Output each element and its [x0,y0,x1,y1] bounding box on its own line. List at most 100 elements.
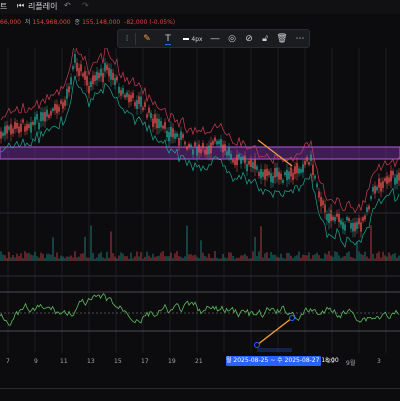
volume-bar [272,254,274,261]
candle-body [348,218,350,222]
text-tool-icon[interactable]: T [162,33,174,45]
volume-bar [216,257,218,261]
volume-bar [14,257,16,261]
price-chart[interactable] [0,48,400,388]
redo-icon[interactable]: ↷ [82,1,89,10]
candle-body [58,106,60,112]
candle-body [356,221,358,229]
volume-bar [10,257,12,261]
truncated-menu-label[interactable]: 트 [0,1,7,12]
volume-bar [34,251,36,261]
volume-bar [92,253,94,261]
volume-bar [138,256,140,261]
candle-body [166,130,168,138]
candle-body [342,222,344,230]
candle-body [364,215,366,220]
volume-bar [32,255,34,261]
candle-body [368,205,370,210]
x-tick: 21 [195,358,203,365]
volume-bar [268,258,270,261]
volume-bar [24,251,26,261]
volume-bar [124,256,126,261]
candle-body [186,146,188,150]
candle-body [72,66,74,70]
volume-bar [290,255,292,261]
band-upper-line [0,48,400,214]
candle-body [44,112,46,122]
volume-bar [354,258,356,261]
pencil-icon[interactable]: ✎ [141,33,153,45]
visual-settings-icon[interactable]: ― [209,33,221,45]
candle-body [354,222,356,232]
candle-body [242,156,244,161]
volume-bar [22,258,24,261]
volume-bar [154,257,156,261]
x-tick: 19 [168,358,176,365]
trendline-anchor-end[interactable] [289,315,295,321]
volume-bar [372,253,374,261]
volume-bar [310,258,312,261]
volume-bar [118,255,120,261]
candle-body [178,137,180,146]
volume-bar [260,226,262,261]
volume-bar [194,254,196,261]
bottom-bar [0,388,400,401]
undo-icon[interactable]: ↶ [64,1,71,10]
volume-bar [84,236,86,261]
candle-body [104,62,106,72]
candle-body [38,122,40,130]
volume-histogram [0,225,400,261]
candle-body [76,62,78,72]
trendline-anchor-start[interactable] [254,342,260,348]
candle-body [204,149,206,155]
candle-body [264,169,266,180]
line-width-button[interactable]: 4px [181,33,205,45]
volume-bar [28,252,30,261]
volume-bar [206,257,208,261]
volume-bar [30,254,32,261]
volume-bar [374,258,376,261]
candle-body [284,172,286,175]
volume-bar [312,255,314,261]
candle-body [394,177,396,185]
candle-body [320,196,322,207]
more-icon[interactable]: ⋯ [294,33,306,45]
drawing-toolbar: ⁞ ✎ T 4px ― ◎ ⊘ 🔓︎ 🗑︎ ⋯ [117,29,310,48]
volume-bar [170,252,172,261]
volume-bar [182,257,184,261]
volume-bar [40,252,42,261]
candle-body [176,133,178,137]
volume-bar [332,256,334,261]
volume-bar [42,253,44,261]
volume-bar [318,255,320,261]
candle-body [12,128,14,134]
replay-button[interactable]: 리플레이 [28,1,57,12]
candle-body [386,176,388,184]
volume-bar [208,253,210,261]
candle-body [338,213,340,223]
trash-icon[interactable]: 🗑︎ [276,33,288,45]
eye-off-icon[interactable]: ⊘ [243,33,255,45]
candle-body [102,72,104,83]
x-tick: 3 [377,358,381,365]
volume-bar [86,257,88,261]
oscillator-trendline-drawing [256,317,293,346]
candle-body [14,121,16,129]
candle-body [334,217,336,222]
volume-bar [292,258,294,261]
candle-body [46,109,48,117]
drag-handle-icon[interactable]: ⁞ [121,33,133,45]
candle-body [4,126,6,136]
volume-bar [198,258,200,261]
candle-body [86,76,88,86]
candle-body [60,100,62,104]
candle-body [68,86,70,93]
candle-body [28,124,30,128]
candle-body [278,171,280,180]
volume-bar [106,251,108,261]
volume-bar [26,253,28,261]
candle-body [332,216,334,221]
replay-icon[interactable]: ⏮ [17,1,24,11]
target-icon[interactable]: ◎ [226,33,238,45]
lock-icon[interactable]: 🔓︎ [259,33,271,45]
